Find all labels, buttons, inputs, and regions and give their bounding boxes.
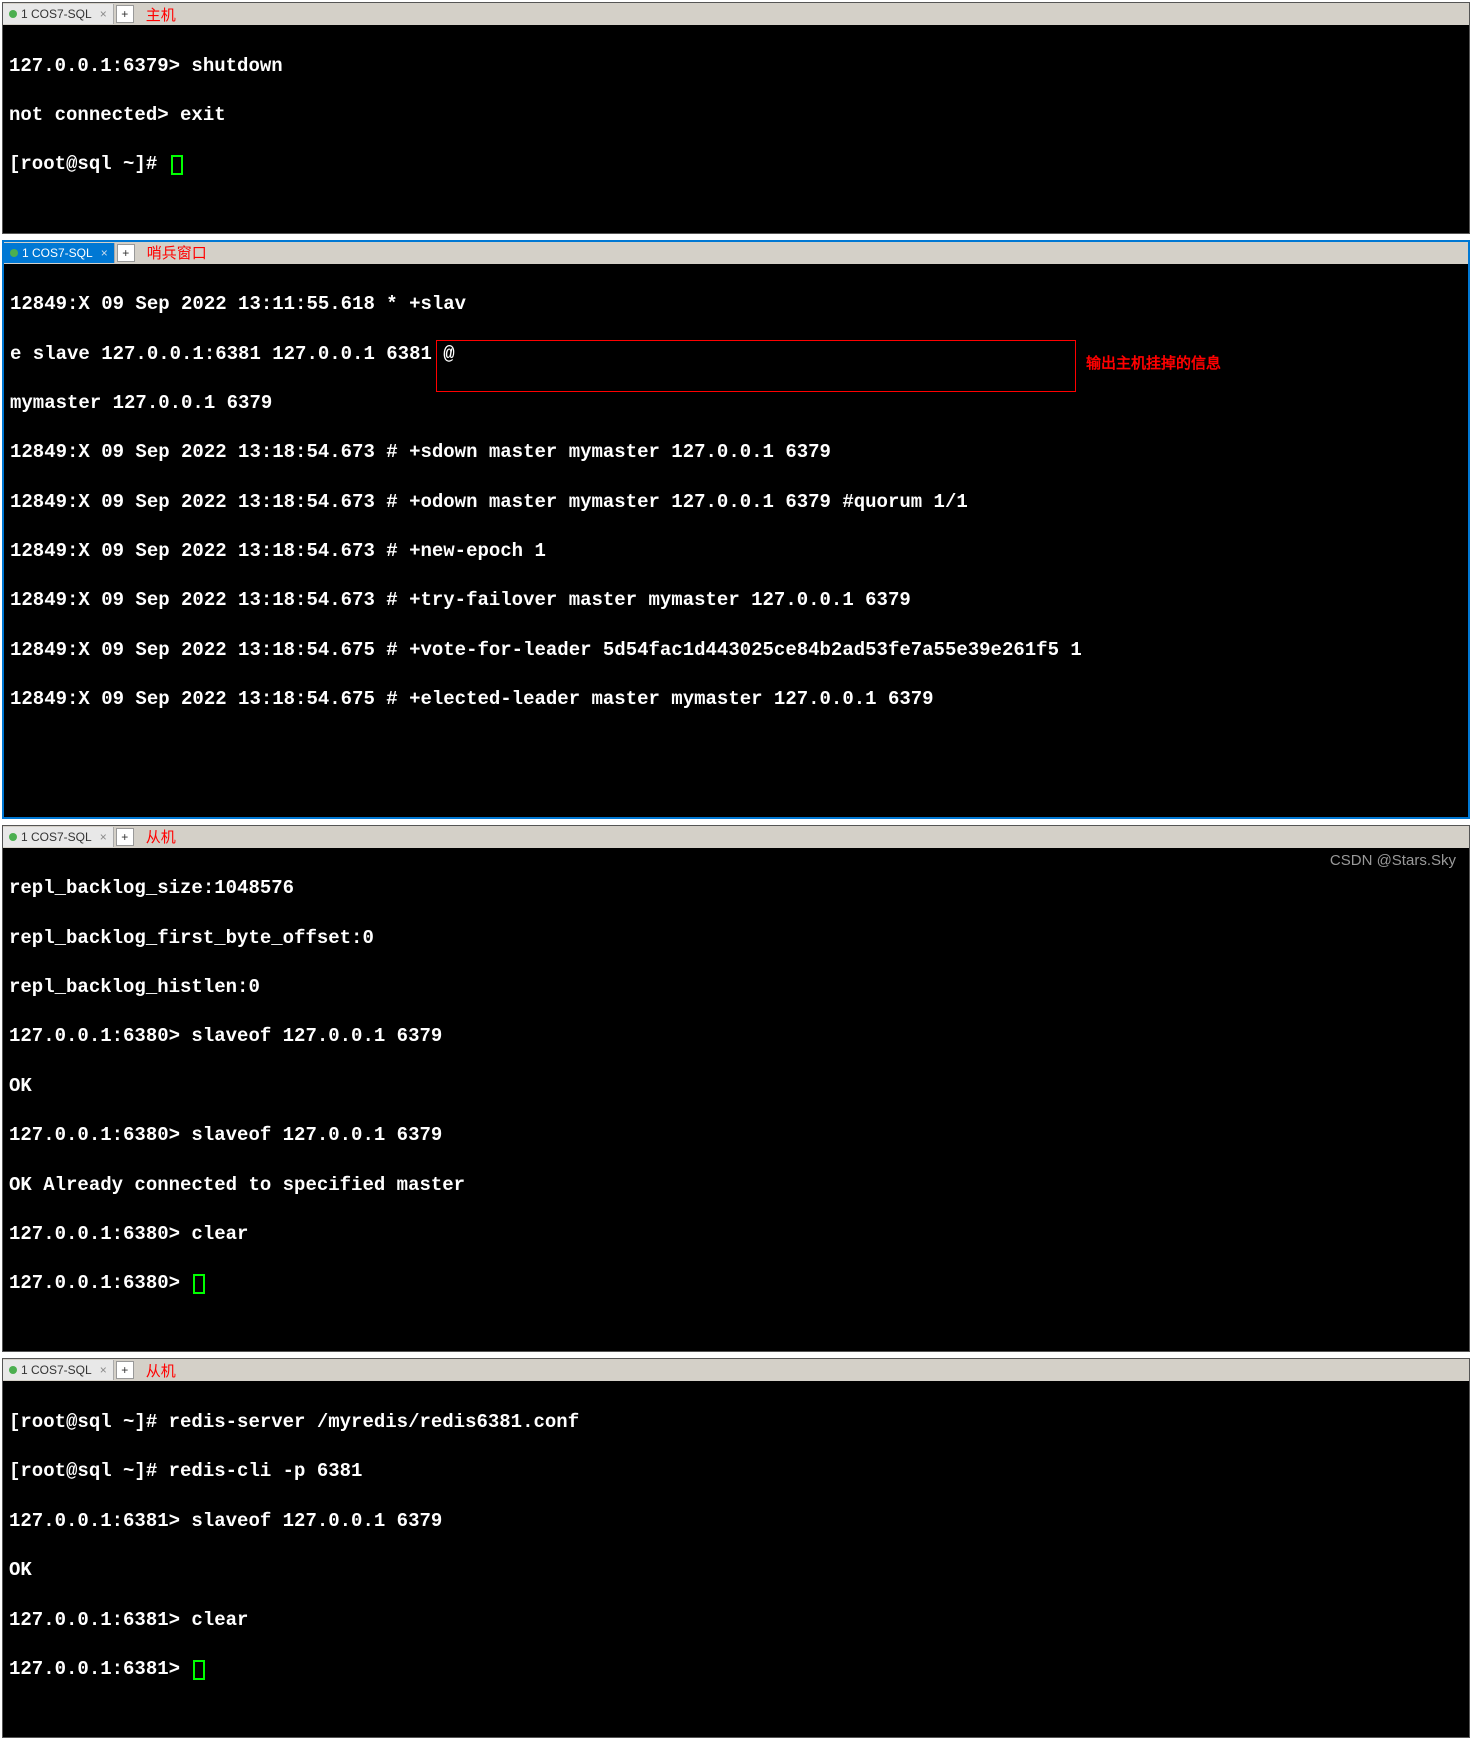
term-line: 12849:X 09 Sep 2022 13:18:54.675 # +vote… — [10, 638, 1462, 663]
term-line: [root@sql ~]# redis-cli -p 6381 — [9, 1459, 1463, 1484]
add-tab-button[interactable]: + — [116, 828, 134, 846]
terminal-panel-master: 1 COS7-SQL × + 主机 127.0.0.1:6379> shutdo… — [2, 2, 1470, 234]
status-dot-icon — [10, 249, 18, 257]
term-line: repl_backlog_histlen:0 — [9, 975, 1463, 1000]
close-icon[interactable]: × — [100, 7, 107, 21]
add-tab-button[interactable]: + — [116, 5, 134, 23]
tab-bar: 1 COS7-SQL × + 从机 — [3, 826, 1469, 848]
tab-cos7-sql[interactable]: 1 COS7-SQL × — [3, 1360, 114, 1380]
term-line: 127.0.0.1:6380> — [9, 1271, 1463, 1296]
terminal-output[interactable]: 12849:X 09 Sep 2022 13:11:55.618 * +slav… — [4, 264, 1468, 817]
annotation-sentinel: 哨兵窗口 — [147, 242, 207, 263]
term-line: repl_backlog_first_byte_offset:0 — [9, 926, 1463, 951]
term-line: 127.0.0.1:6381> slaveof 127.0.0.1 6379 — [9, 1509, 1463, 1534]
term-line: 12849:X 09 Sep 2022 13:18:54.673 # +try-… — [10, 588, 1462, 613]
term-line: OK — [9, 1558, 1463, 1583]
term-line: 12849:X 09 Sep 2022 13:11:55.618 * +slav — [10, 292, 1462, 317]
term-line: mymaster 127.0.0.1 6379 — [10, 391, 1462, 416]
annotation-master: 主机 — [146, 4, 176, 25]
close-icon[interactable]: × — [101, 246, 108, 260]
term-line: not connected> exit — [9, 103, 1463, 128]
watermark: CSDN @Stars.Sky — [1330, 852, 1456, 869]
status-dot-icon — [9, 1366, 17, 1374]
term-line: [root@sql ~]# redis-server /myredis/redi… — [9, 1410, 1463, 1435]
tab-cos7-sql[interactable]: 1 COS7-SQL × — [4, 243, 115, 263]
tab-label: 1 COS7-SQL — [21, 7, 92, 21]
terminal-panel-sentinel: 1 COS7-SQL × + 哨兵窗口 12849:X 09 Sep 2022 … — [2, 240, 1470, 819]
add-tab-button[interactable]: + — [116, 1361, 134, 1379]
close-icon[interactable]: × — [100, 1363, 107, 1377]
term-line: 12849:X 09 Sep 2022 13:18:54.673 # +sdow… — [10, 440, 1462, 465]
tab-cos7-sql[interactable]: 1 COS7-SQL × — [3, 827, 114, 847]
close-icon[interactable]: × — [100, 830, 107, 844]
term-line: 127.0.0.1:6380> slaveof 127.0.0.1 6379 — [9, 1123, 1463, 1148]
term-line: 127.0.0.1:6380> clear — [9, 1222, 1463, 1247]
add-tab-button[interactable]: + — [117, 244, 135, 262]
term-line: 12849:X 09 Sep 2022 13:18:54.675 # +elec… — [10, 687, 1462, 712]
terminal-output[interactable]: [root@sql ~]# redis-server /myredis/redi… — [3, 1381, 1469, 1737]
tab-bar: 1 COS7-SQL × + 主机 — [3, 3, 1469, 25]
term-line: repl_backlog_size:1048576 — [9, 876, 1463, 901]
cursor-icon — [171, 155, 183, 175]
term-line: 127.0.0.1:6381> clear — [9, 1608, 1463, 1633]
tab-label: 1 COS7-SQL — [21, 830, 92, 844]
term-line: 127.0.0.1:6380> slaveof 127.0.0.1 6379 — [9, 1024, 1463, 1049]
status-dot-icon — [9, 10, 17, 18]
terminal-output[interactable]: repl_backlog_size:1048576 repl_backlog_f… — [3, 848, 1469, 1352]
tab-label: 1 COS7-SQL — [21, 1363, 92, 1377]
term-line: [root@sql ~]# — [9, 152, 1463, 177]
terminal-output[interactable]: 127.0.0.1:6379> shutdown not connected> … — [3, 25, 1469, 233]
term-line: OK Already connected to specified master — [9, 1173, 1463, 1198]
status-dot-icon — [9, 833, 17, 841]
cursor-icon — [193, 1660, 205, 1680]
annotation-output: 输出主机挂掉的信息 — [1086, 354, 1221, 374]
tab-bar: 1 COS7-SQL × + 从机 — [3, 1359, 1469, 1381]
tab-bar: 1 COS7-SQL × + 哨兵窗口 — [4, 242, 1468, 264]
term-line: 127.0.0.1:6381> — [9, 1657, 1463, 1682]
annotation-slave: 从机 — [146, 1360, 176, 1381]
term-line: 12849:X 09 Sep 2022 13:18:54.673 # +odow… — [10, 490, 1462, 515]
term-line: 127.0.0.1:6379> shutdown — [9, 54, 1463, 79]
tab-cos7-sql[interactable]: 1 COS7-SQL × — [3, 4, 114, 24]
tab-label: 1 COS7-SQL — [22, 246, 93, 260]
term-line: OK — [9, 1074, 1463, 1099]
cursor-icon — [193, 1274, 205, 1294]
annotation-slave: 从机 — [146, 826, 176, 847]
terminal-panel-slave-1: 1 COS7-SQL × + 从机 repl_backlog_size:1048… — [2, 825, 1470, 1353]
terminal-panel-slave-2: 1 COS7-SQL × + 从机 [root@sql ~]# redis-se… — [2, 1358, 1470, 1738]
term-line: 12849:X 09 Sep 2022 13:18:54.673 # +new-… — [10, 539, 1462, 564]
term-line: e slave 127.0.0.1:6381 127.0.0.1 6381 @ — [10, 342, 1462, 367]
